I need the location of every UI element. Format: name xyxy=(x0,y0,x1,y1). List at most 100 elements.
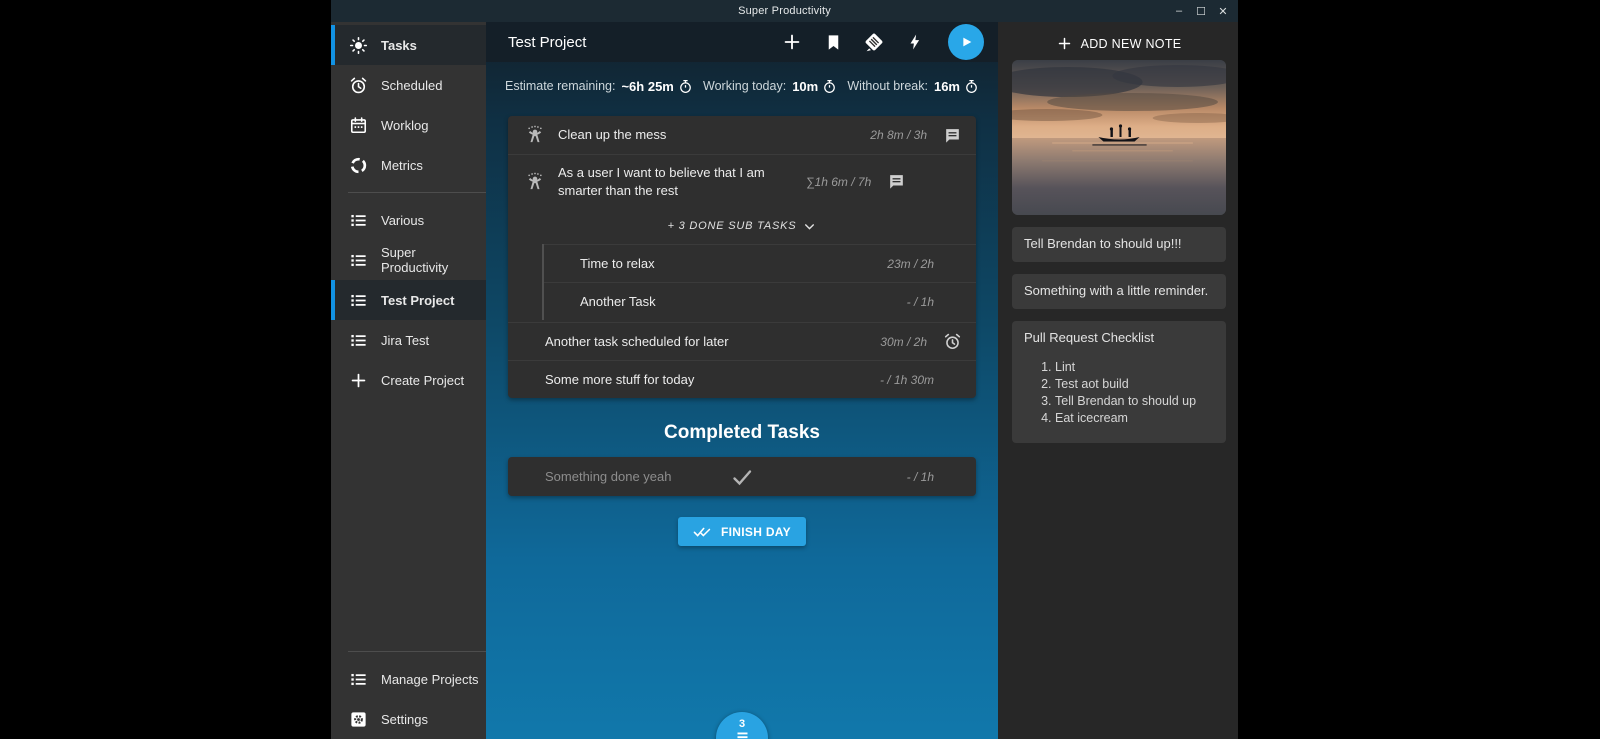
minimize-button[interactable]: – xyxy=(1170,3,1188,19)
stat-label: Without break: xyxy=(847,79,928,93)
stopwatch-icon xyxy=(678,79,693,94)
sidebar-divider xyxy=(348,651,486,652)
note-image-sunset[interactable] xyxy=(1012,60,1226,215)
sidebar-item-settings[interactable]: Settings xyxy=(331,699,486,739)
notes-panel: ADD NEW NOTE xyxy=(998,22,1238,739)
sun-icon xyxy=(348,35,368,55)
add-new-note-button[interactable]: ADD NEW NOTE xyxy=(1012,31,1226,56)
task-row[interactable]: Some more stuff for today - / 1h 30m xyxy=(508,360,976,398)
list-icon xyxy=(348,669,368,689)
app-window: Super Productivity – ☐ ✕ Tasks xyxy=(331,0,1238,739)
notes-list-icon xyxy=(735,730,750,739)
sidebar-spacer xyxy=(331,400,486,644)
stat-value: 10m xyxy=(792,79,818,94)
stat-label: Working today: xyxy=(703,79,786,93)
without-break-stat: Without break: 16m xyxy=(847,79,979,94)
desktop-background: Super Productivity – ☐ ✕ Tasks xyxy=(0,0,1600,739)
finish-day-button[interactable]: FINISH DAY xyxy=(678,517,806,546)
task-row[interactable]: Clean up the mess 2h 8m / 3h xyxy=(508,116,976,154)
sidebar-item-manage-projects[interactable]: Manage Projects xyxy=(331,659,486,699)
jira-icon xyxy=(524,172,546,192)
bolt-button[interactable] xyxy=(903,30,927,54)
comment-icon[interactable] xyxy=(884,172,908,191)
sidebar-item-label: Jira Test xyxy=(381,333,429,348)
sidebar-item-label: Test Project xyxy=(381,293,454,308)
task-time: ∑1h 6m / 7h xyxy=(806,175,871,189)
checklist-item: Lint xyxy=(1055,359,1214,376)
sidebar-item-label: Tasks xyxy=(381,38,417,53)
finish-day-label: FINISH DAY xyxy=(721,525,791,539)
task-title: As a user I want to believe that I am sm… xyxy=(558,164,806,199)
plus-icon xyxy=(348,370,368,390)
notes-count-badge: 3 xyxy=(739,718,745,730)
sidebar-item-label: Settings xyxy=(381,712,428,727)
project-header: Test Project xyxy=(486,22,998,62)
subtask-row[interactable]: Another Task - / 1h xyxy=(544,282,976,320)
sidebar-item-jira-test[interactable]: Jira Test xyxy=(331,320,486,360)
note-card[interactable]: Something with a little reminder. xyxy=(1012,274,1226,309)
sidebar-item-metrics[interactable]: Metrics xyxy=(331,145,486,185)
stopwatch-icon xyxy=(964,79,979,94)
sidebar-item-super-productivity[interactable]: Super Productivity xyxy=(331,240,486,280)
done-subtasks-toggle[interactable]: + 3 DONE SUB TASKS xyxy=(508,208,976,244)
double-check-icon xyxy=(693,525,713,539)
list-icon xyxy=(348,250,368,270)
checklist-item: Eat icecream xyxy=(1055,410,1214,427)
task-list-area: Clean up the mess 2h 8m / 3h As a user I… xyxy=(486,102,998,739)
task-title: Another task scheduled for later xyxy=(545,333,880,351)
done-subtasks-label: + 3 DONE SUB TASKS xyxy=(668,220,797,232)
completed-task-row[interactable]: Something done yeah - / 1h xyxy=(508,457,976,496)
note-text: Something with a little reminder. xyxy=(1024,283,1208,298)
note-text: Tell Brendan to should up!!! xyxy=(1024,236,1182,251)
sticky-note-button[interactable] xyxy=(862,30,886,54)
sidebar-item-various[interactable]: Various xyxy=(331,200,486,240)
add-new-note-label: ADD NEW NOTE xyxy=(1081,37,1182,51)
window-controls: – ☐ ✕ xyxy=(1170,3,1238,19)
daily-summary-bar: Estimate remaining: ~6h 25m Working toda… xyxy=(486,70,998,102)
checklist: Lint Test aot build Tell Brendan to shou… xyxy=(1024,359,1214,427)
note-title: Pull Request Checklist xyxy=(1024,330,1214,347)
note-card-checklist[interactable]: Pull Request Checklist Lint Test aot bui… xyxy=(1012,321,1226,443)
sidebar-item-label: Super Productivity xyxy=(381,245,486,275)
play-button[interactable] xyxy=(948,24,984,60)
stat-value: ~6h 25m xyxy=(621,79,673,94)
sidebar-item-label: Create Project xyxy=(381,373,464,388)
stat-label: Estimate remaining: xyxy=(505,79,615,93)
sidebar-item-test-project[interactable]: Test Project xyxy=(331,280,486,320)
task-row[interactable]: Another task scheduled for later 30m / 2… xyxy=(508,322,976,360)
note-card[interactable]: Tell Brendan to should up!!! xyxy=(1012,227,1226,262)
checklist-item: Tell Brendan to should up xyxy=(1055,393,1214,410)
main-panel: Test Project xyxy=(486,22,998,739)
sidebar-item-create-project[interactable]: Create Project xyxy=(331,360,486,400)
working-today-stat: Working today: 10m xyxy=(703,79,837,94)
app-body: Tasks Scheduled Worklog xyxy=(331,22,1238,739)
add-task-button[interactable] xyxy=(780,30,804,54)
subtask-row[interactable]: Time to relax 23m / 2h xyxy=(544,244,976,282)
estimate-remaining-stat: Estimate remaining: ~6h 25m xyxy=(505,79,693,94)
stopwatch-icon xyxy=(822,79,837,94)
task-time: - / 1h 30m xyxy=(880,373,934,387)
alarm-clock-icon[interactable] xyxy=(940,332,964,351)
sidebar: Tasks Scheduled Worklog xyxy=(331,22,486,739)
subtask-title: Time to relax xyxy=(580,255,887,273)
maximize-button[interactable]: ☐ xyxy=(1192,3,1210,19)
chevron-down-icon xyxy=(803,220,816,233)
project-title: Test Project xyxy=(508,34,586,51)
today-task-list: Clean up the mess 2h 8m / 3h As a user I… xyxy=(508,116,976,398)
sidebar-item-worklog[interactable]: Worklog xyxy=(331,105,486,145)
titlebar: Super Productivity – ☐ ✕ xyxy=(331,0,1238,22)
completed-tasks-heading: Completed Tasks xyxy=(508,422,976,444)
completed-task-time: - / 1h xyxy=(907,470,934,484)
subtask-title: Another Task xyxy=(580,293,907,311)
comment-icon[interactable] xyxy=(940,126,964,145)
sidebar-item-tasks[interactable]: Tasks xyxy=(331,25,486,65)
donut-chart-icon xyxy=(348,155,368,175)
bookmark-button[interactable] xyxy=(821,30,845,54)
sidebar-item-scheduled[interactable]: Scheduled xyxy=(331,65,486,105)
close-button[interactable]: ✕ xyxy=(1214,3,1232,19)
checklist-item: Test aot build xyxy=(1055,376,1214,393)
stat-value: 16m xyxy=(934,79,960,94)
task-time: 30m / 2h xyxy=(880,335,927,349)
sidebar-divider xyxy=(348,192,486,193)
task-row[interactable]: As a user I want to believe that I am sm… xyxy=(508,154,976,208)
